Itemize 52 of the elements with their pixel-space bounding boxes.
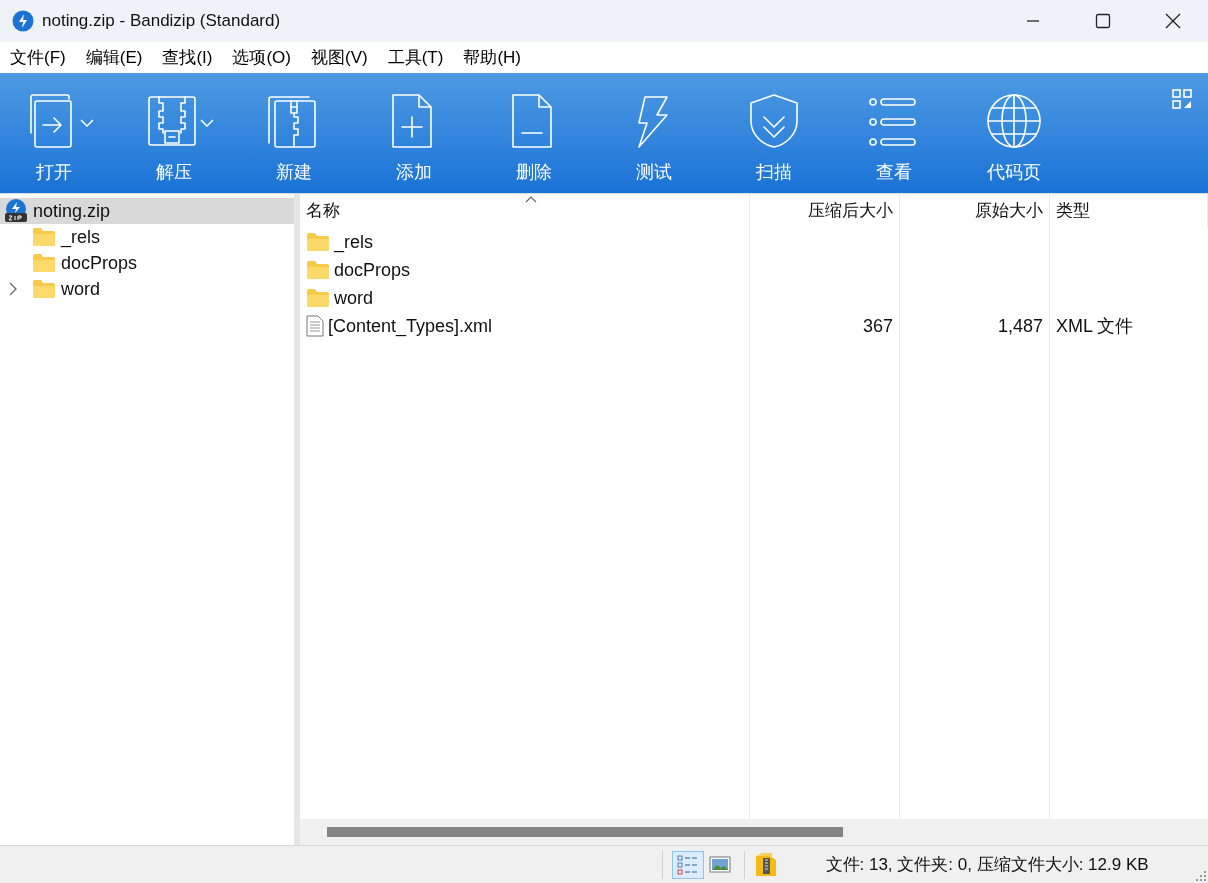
menu-item[interactable]: 工具(T) bbox=[377, 42, 454, 73]
file-row[interactable]: _rels bbox=[300, 228, 749, 256]
folder-icon bbox=[32, 279, 56, 300]
menu-item[interactable]: 查找(I) bbox=[152, 42, 223, 73]
folder-icon bbox=[306, 288, 330, 308]
table-cell-text: 1,487 bbox=[997, 314, 1043, 338]
toolbar-button[interactable]: 扫描 bbox=[714, 73, 834, 193]
toolbar-button[interactable]: 添加 bbox=[354, 73, 474, 193]
archive-icon bbox=[753, 851, 778, 878]
status-text: 文件: 13, 文件夹: 0, 压缩文件大小: 12.9 KB bbox=[825, 853, 1149, 876]
expand-chevron-icon[interactable] bbox=[8, 282, 18, 297]
resize-grip-icon[interactable] bbox=[1196, 871, 1206, 881]
column-header[interactable]: 类型 bbox=[1050, 194, 1208, 228]
folder-icon bbox=[306, 260, 330, 280]
tree-item[interactable]: docProps bbox=[0, 250, 294, 277]
globe-icon bbox=[985, 93, 1043, 151]
toolbar-button[interactable]: 代码页 bbox=[954, 73, 1074, 193]
toolbar-button[interactable]: 解压 bbox=[114, 73, 234, 193]
toolbar-button[interactable]: 删除 bbox=[474, 73, 594, 193]
folder-icon bbox=[32, 253, 56, 274]
column-header[interactable]: 压缩后大小 bbox=[750, 194, 900, 228]
tree-item[interactable]: word bbox=[0, 276, 294, 303]
table-cell-text: 367 bbox=[862, 314, 893, 338]
app-logo-icon bbox=[12, 10, 34, 32]
tree-item[interactable]: noting.zip bbox=[0, 198, 294, 225]
toolbar-button[interactable]: 打开 bbox=[0, 73, 114, 193]
folder-icon bbox=[32, 227, 56, 248]
menu-item[interactable]: 视图(V) bbox=[301, 42, 378, 73]
window-title: noting.zip - Bandizip (Standard) bbox=[42, 10, 282, 33]
file-row[interactable]: docProps bbox=[300, 256, 749, 284]
file-row[interactable]: word bbox=[300, 284, 749, 312]
column-header[interactable]: 原始大小 bbox=[900, 194, 1050, 228]
menu-item[interactable]: 选项(O) bbox=[222, 42, 301, 73]
view-toggle-button[interactable] bbox=[671, 850, 704, 879]
document-icon bbox=[306, 315, 324, 337]
menu-item[interactable]: 编辑(E) bbox=[75, 42, 153, 73]
column-header[interactable]: 名称 bbox=[300, 194, 750, 228]
toolbar-button[interactable]: 测试 bbox=[594, 73, 714, 193]
scrollbar-thumb[interactable] bbox=[327, 827, 843, 837]
sort-caret-icon bbox=[524, 196, 537, 203]
menu-item[interactable]: 文件(F) bbox=[0, 42, 76, 73]
caret-icon[interactable] bbox=[200, 118, 214, 127]
tree-item[interactable]: _rels bbox=[0, 224, 294, 251]
toolbar-button[interactable]: 新建 bbox=[234, 73, 354, 193]
zip-archive-icon bbox=[4, 199, 28, 224]
menu-item[interactable]: 帮助(H) bbox=[453, 42, 531, 73]
table-cell-text: XML 文件 bbox=[1056, 314, 1134, 338]
layout-icon[interactable] bbox=[1172, 89, 1192, 109]
toolbar-button[interactable]: 查看 bbox=[834, 73, 954, 193]
caret-icon[interactable] bbox=[80, 118, 94, 127]
folder-icon bbox=[306, 232, 330, 252]
file-row[interactable]: [Content_Types].xml bbox=[300, 312, 749, 340]
